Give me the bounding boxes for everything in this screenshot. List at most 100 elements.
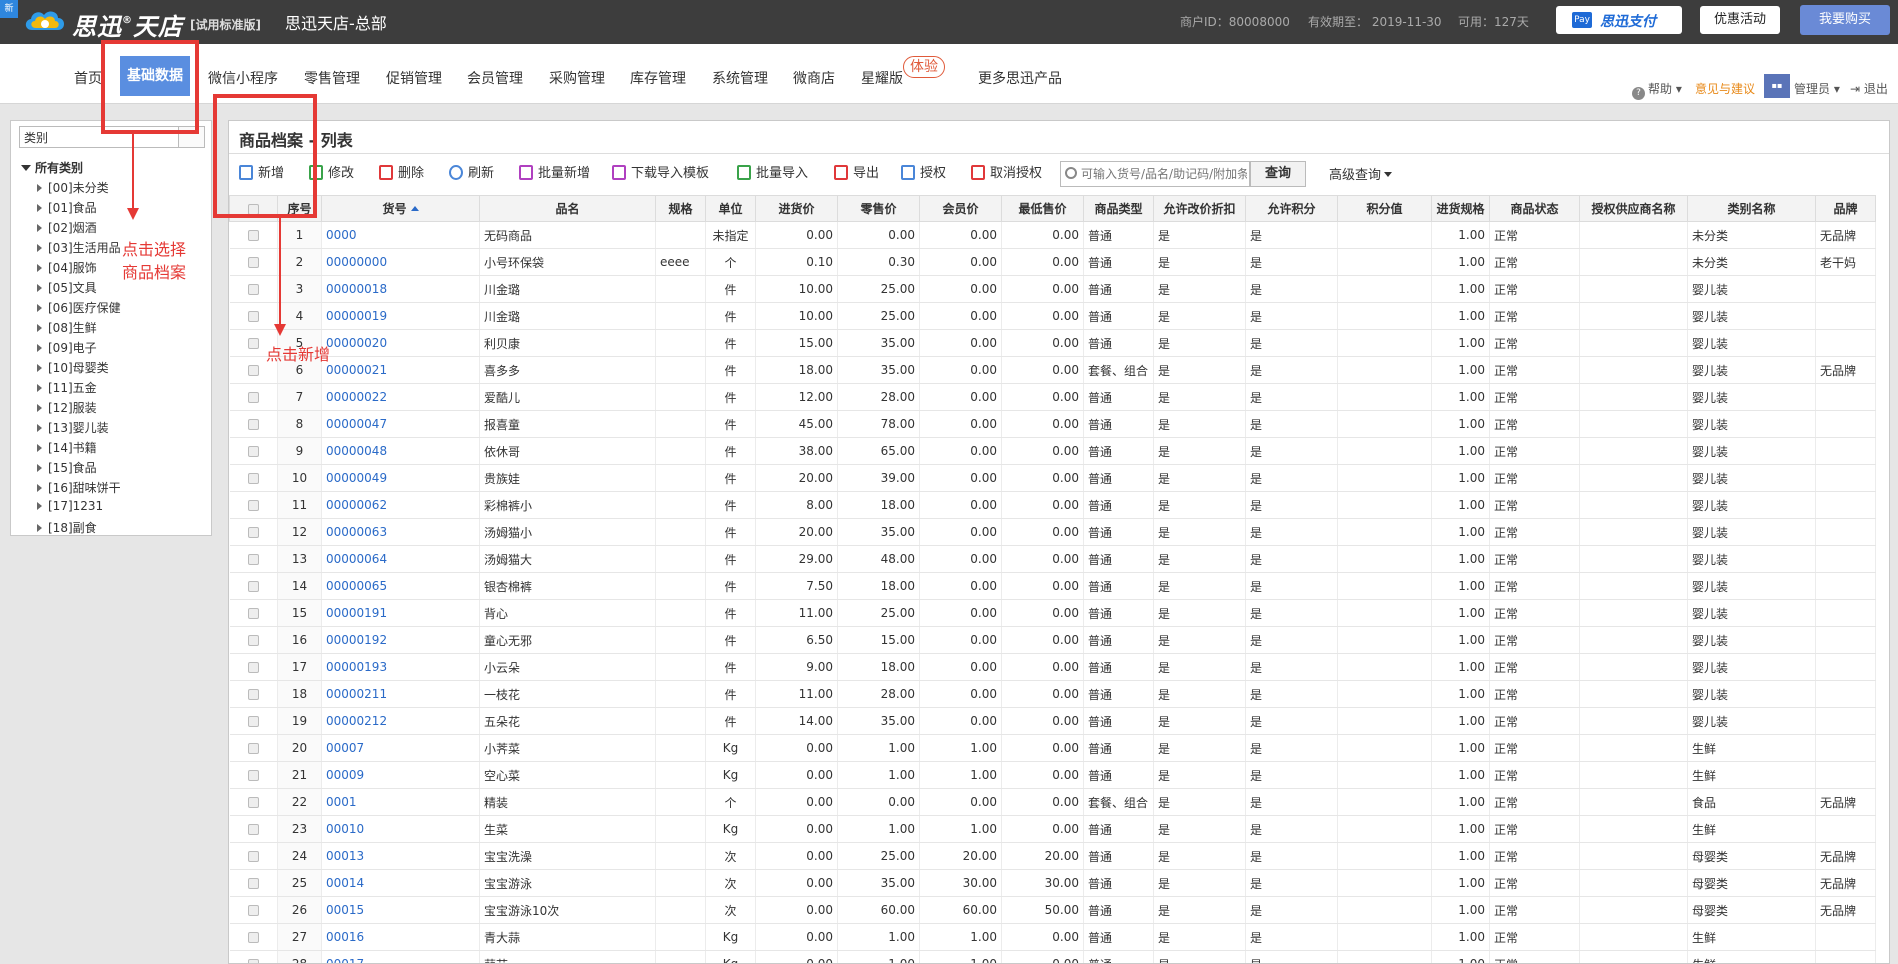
table-row[interactable]: 16 00000192 童心无邪件 6.50 15.00 0.00 0.00 普通是是 1.00… [229, 626, 1876, 654]
product-code-link[interactable]: 00000020 [321, 329, 480, 357]
nav-inventory[interactable]: 库存管理 [630, 68, 686, 88]
buy-button[interactable]: 我要购买 [1800, 5, 1890, 35]
table-row[interactable]: 15 00000191 背心件 11.00 25.00 0.00 0.00 普通是是 1.00 正… [229, 599, 1876, 627]
delete-button[interactable]: 删除 [379, 163, 424, 185]
tree-item[interactable]: [15]食品 [37, 459, 97, 476]
product-code-link[interactable]: 00000049 [321, 464, 480, 492]
nav-purchase[interactable]: 采购管理 [549, 68, 605, 88]
row-checkbox[interactable] [247, 473, 259, 484]
tree-item[interactable]: [05]文具 [37, 279, 97, 296]
tree-item[interactable]: [10]母婴类 [37, 359, 109, 376]
row-checkbox[interactable] [247, 689, 259, 700]
logout-link[interactable]: ⇥ 退出 [1850, 80, 1888, 97]
column-header[interactable]: 规格 [655, 195, 706, 222]
column-header[interactable]: 类别名称 [1687, 195, 1816, 222]
column-header[interactable]: 商品状态 [1489, 195, 1580, 222]
table-row[interactable]: 4 00000019 川金璐件 10.00 25.00 0.00 0.00 普通是是 1.00 正… [229, 302, 1876, 330]
column-header[interactable]: 授权供应商名称 [1579, 195, 1688, 222]
product-code-link[interactable]: 00013 [321, 842, 480, 870]
column-header[interactable]: 会员价 [919, 195, 1002, 222]
batch-add-button[interactable]: 批量新增 [519, 163, 590, 185]
sixun-pay-button[interactable]: Pay 思迅支付 [1556, 6, 1682, 34]
tree-item[interactable]: [00]未分类 [37, 179, 109, 196]
nav-member[interactable]: 会员管理 [467, 68, 523, 88]
nav-home[interactable]: 首页 [74, 68, 102, 88]
table-row[interactable]: 22 0001 精装个 0.00 0.00 0.00 0.00 套餐、组合是是 1.00 正常 食品… [229, 788, 1876, 816]
batch-import-button[interactable]: 批量导入 [737, 163, 808, 185]
product-code-link[interactable]: 00000048 [321, 437, 480, 465]
column-header[interactable]: 商品类型 [1083, 195, 1154, 222]
column-header[interactable]: 允许改价折扣 [1153, 195, 1246, 222]
column-header[interactable]: 进货价 [755, 195, 838, 222]
download-template-button[interactable]: 下载导入模板 [612, 163, 709, 185]
table-row[interactable]: 2800017蒜苗Kg0.001.001.000.00普通是是1.00正常生鲜 [229, 950, 1876, 963]
column-header[interactable]: 品名 [479, 195, 656, 222]
column-header[interactable]: 品牌 [1815, 195, 1876, 222]
product-search-input[interactable] [1081, 163, 1247, 185]
help-menu[interactable]: ? 帮助 ▾ [1632, 80, 1682, 100]
column-header[interactable]: 最低售价 [1001, 195, 1084, 222]
row-checkbox[interactable] [247, 257, 259, 268]
row-checkbox[interactable] [247, 905, 259, 916]
column-header[interactable]: 进货规格 [1431, 195, 1490, 222]
row-checkbox[interactable] [247, 527, 259, 538]
product-code-link[interactable]: 00000212 [321, 707, 480, 735]
table-row[interactable]: 17 00000193 小云朵件 9.00 18.00 0.00 0.00 普通是是 1.00 正… [229, 653, 1876, 681]
tree-item[interactable]: [14]书籍 [37, 439, 97, 456]
nav-wechat-shop[interactable]: 微商店 [793, 68, 835, 88]
export-button[interactable]: 导出 [834, 163, 879, 185]
product-code-link[interactable]: 00000047 [321, 410, 480, 438]
product-code-link[interactable]: 00009 [321, 761, 480, 789]
nav-wechat-miniprogram[interactable]: 微信小程序 [208, 68, 278, 88]
authorize-button[interactable]: 授权 [901, 163, 946, 185]
table-row[interactable]: 24 00013 宝宝洗澡次 0.00 25.00 20.00 20.00 普通是是 1.00 正… [229, 842, 1876, 870]
nav-system[interactable]: 系统管理 [712, 68, 768, 88]
product-code-link[interactable]: 00000018 [321, 275, 480, 303]
tree-item[interactable]: [11]五金 [37, 379, 97, 396]
row-checkbox[interactable] [247, 608, 259, 619]
tree-item[interactable]: [12]服装 [37, 399, 97, 416]
row-checkbox[interactable] [247, 824, 259, 835]
product-code-link[interactable]: 00015 [321, 896, 480, 924]
table-row[interactable]: 23 00010 生菜 Kg 0.00 1.00 1.00 0.00 普通是是 1.00 正常 生鲜 [229, 815, 1876, 843]
tree-item[interactable]: [18]副食 [37, 519, 97, 536]
row-checkbox[interactable] [247, 230, 259, 241]
table-row[interactable]: 21 00009 空心菜 Kg 0.00 1.00 1.00 0.00 普通是是 1.00 正常 生鲜 [229, 761, 1876, 789]
tree-item[interactable]: [02]烟酒 [37, 219, 97, 236]
table-row[interactable]: 19 00000212 五朵花件 14.00 35.00 0.00 0.00 普通是是 1.00… [229, 707, 1876, 735]
nav-star-edition[interactable]: 星耀版 [861, 68, 903, 88]
row-checkbox[interactable] [247, 419, 259, 430]
row-checkbox[interactable] [247, 284, 259, 295]
row-checkbox[interactable] [247, 851, 259, 862]
table-row[interactable]: 20 00007 小荠菜 Kg 0.00 1.00 1.00 0.00 普通是是 1.00 正常 生鲜 [229, 734, 1876, 762]
tree-item[interactable]: [01]食品 [37, 199, 97, 216]
product-code-link[interactable]: 00000064 [321, 545, 480, 573]
feedback-link[interactable]: 意见与建议 [1695, 80, 1755, 97]
tree-item[interactable]: [03]生活用品 [37, 239, 121, 256]
table-row[interactable]: 14 00000065 银杏棉裤件 7.50 18.00 0.00 0.00 普通是是 1.00… [229, 572, 1876, 600]
product-code-link[interactable]: 00000063 [321, 518, 480, 546]
tree-item[interactable]: [17]1231 [37, 499, 103, 513]
tree-item[interactable]: [16]甜味饼干 [37, 479, 121, 496]
row-checkbox[interactable] [247, 770, 259, 781]
row-checkbox[interactable] [247, 365, 259, 376]
tree-item[interactable]: [08]生鲜 [37, 319, 97, 336]
row-checkbox[interactable] [247, 554, 259, 565]
table-row[interactable]: 8 00000047 报喜童件 45.00 78.00 0.00 0.00 普通是是 1.00 正… [229, 410, 1876, 438]
row-checkbox[interactable] [247, 392, 259, 403]
table-row[interactable]: 9 00000048 依休哥件 38.00 65.00 0.00 0.00 普通是是 1.00 正… [229, 437, 1876, 465]
row-checkbox[interactable] [247, 662, 259, 673]
product-code-link[interactable]: 00000022 [321, 383, 480, 411]
row-checkbox[interactable] [247, 797, 259, 808]
table-row[interactable]: 25 00014 宝宝游泳次 0.00 35.00 30.00 30.00 普通是是 1.00 正… [229, 869, 1876, 897]
tree-item[interactable]: [04]服饰 [37, 259, 97, 276]
nav-promotion[interactable]: 促销管理 [386, 68, 442, 88]
row-checkbox[interactable] [247, 446, 259, 457]
tree-item[interactable]: [13]婴儿装 [37, 419, 109, 436]
promo-button[interactable]: 优惠活动 [1700, 6, 1780, 34]
table-row[interactable]: 7 00000022 爱酷儿件 12.00 28.00 0.00 0.00 普通是是 1.00 正… [229, 383, 1876, 411]
product-code-link[interactable]: 00016 [321, 923, 480, 951]
product-code-link[interactable]: 00000193 [321, 653, 480, 681]
row-checkbox[interactable] [247, 743, 259, 754]
table-row[interactable]: 26 00015 宝宝游泳10次次 0.00 60.00 60.00 50.00 普通是是 1.… [229, 896, 1876, 924]
